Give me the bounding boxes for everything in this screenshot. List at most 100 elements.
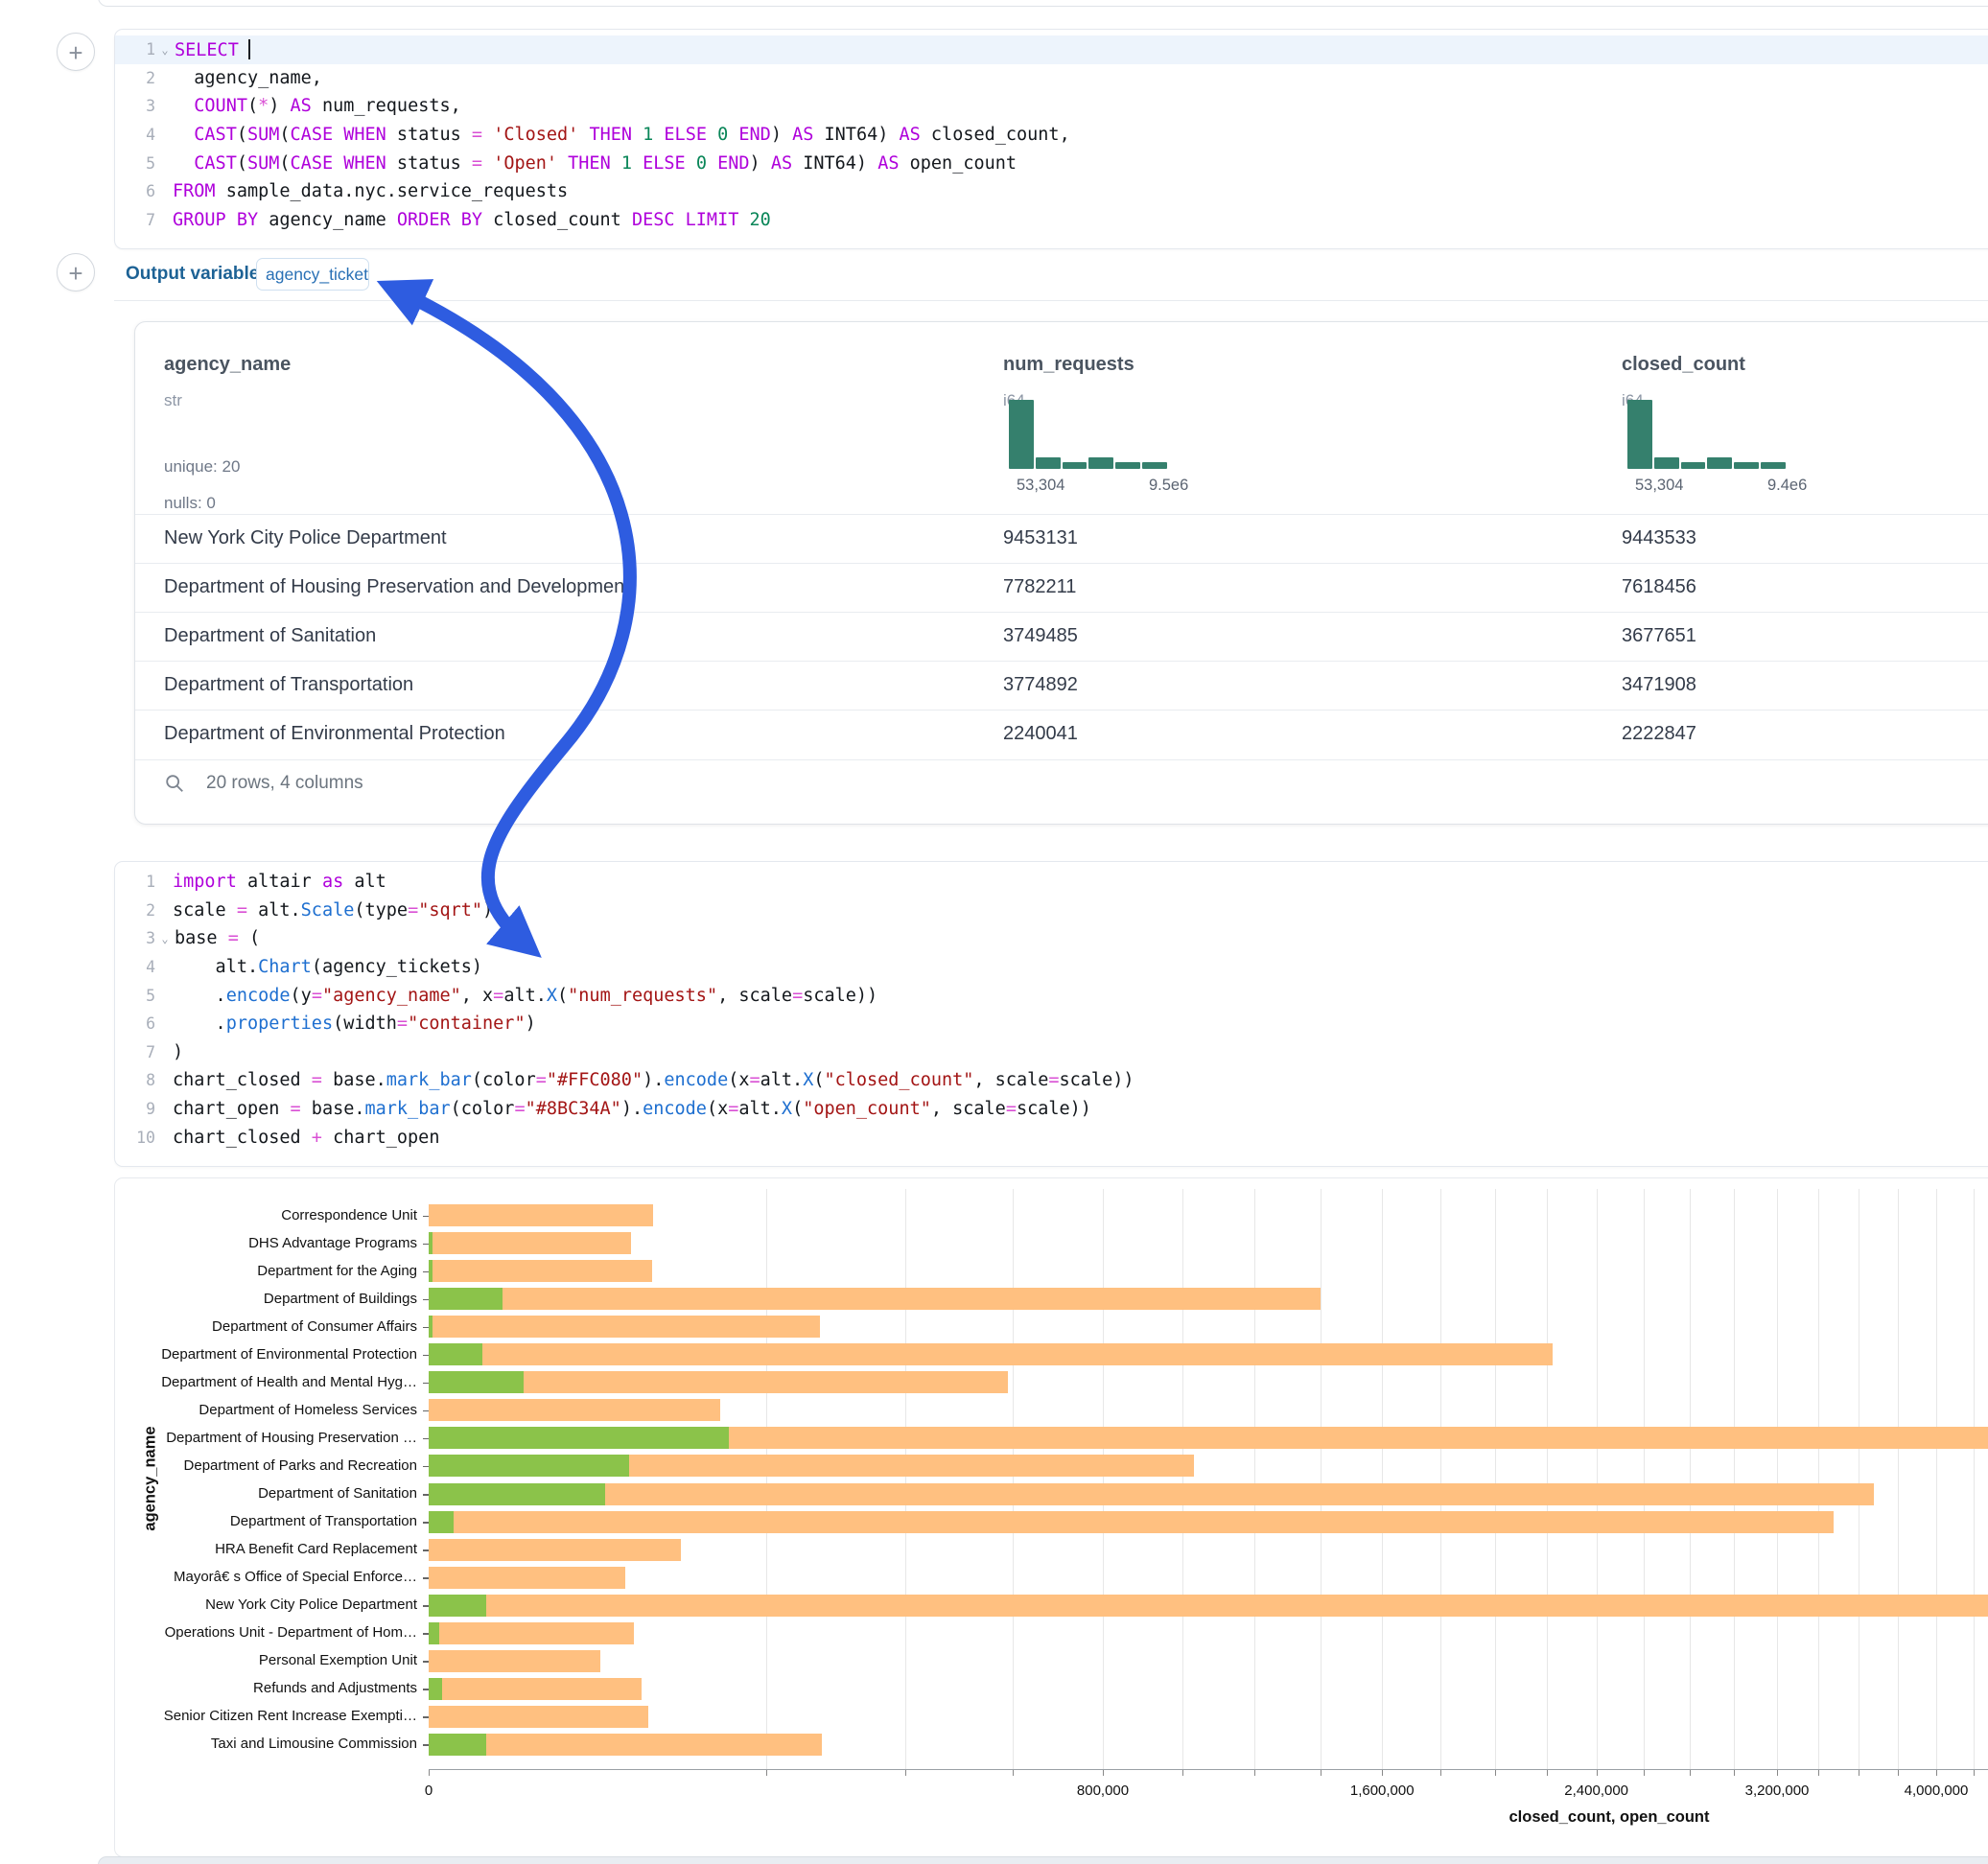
sql-line[interactable]: 6FROM sample_data.nyc.service_requests bbox=[115, 177, 1988, 206]
x-tick-label: 2,400,000 bbox=[1564, 1782, 1628, 1799]
table-row[interactable]: Department of Transportation377489234719… bbox=[135, 661, 1988, 711]
python-line[interactable]: 3⌄base = ( bbox=[115, 924, 1988, 953]
x-tick bbox=[1777, 1770, 1778, 1776]
python-cell[interactable]: 1import altair as alt2scale = alt.Scale(… bbox=[114, 861, 1988, 1167]
table-row[interactable]: Department of Environmental Protection22… bbox=[135, 710, 1988, 760]
x-tick bbox=[1644, 1770, 1645, 1776]
open-count-bar[interactable] bbox=[429, 1483, 605, 1505]
chart-y-axis: Correspondence UnitDHS Advantage Program… bbox=[0, 1189, 429, 1769]
sql-code-editor[interactable]: 1⌄SELECT2 agency_name,3 COUNT(*) AS num_… bbox=[115, 30, 1988, 240]
table-row[interactable]: Department of Sanitation37494853677651 bbox=[135, 612, 1988, 662]
histogram-bar bbox=[1761, 462, 1786, 469]
closed-count-bar[interactable] bbox=[429, 1622, 634, 1644]
column-header[interactable]: closed_count bbox=[1622, 354, 1745, 376]
sql-line[interactable]: 2 agency_name, bbox=[115, 64, 1988, 93]
output-variable-input[interactable]: agency_tickets bbox=[256, 258, 369, 291]
y-tick-label: Senior Citizen Rent Increase Exempti… bbox=[164, 1708, 417, 1724]
gridline bbox=[1777, 1189, 1778, 1769]
python-line[interactable]: 8chart_closed = base.mark_bar(color="#FF… bbox=[115, 1066, 1988, 1095]
fold-chevron-icon[interactable]: ⌄ bbox=[157, 932, 173, 945]
closed-count-bar[interactable] bbox=[429, 1734, 822, 1756]
sql-line[interactable]: 5 CAST(SUM(CASE WHEN status = 'Open' THE… bbox=[115, 149, 1988, 177]
open-count-bar[interactable] bbox=[429, 1316, 433, 1338]
open-count-bar[interactable] bbox=[429, 1232, 433, 1254]
closed-count-bar[interactable] bbox=[429, 1288, 1321, 1310]
open-count-bar[interactable] bbox=[429, 1260, 433, 1282]
closed-count-bar[interactable] bbox=[429, 1595, 1988, 1617]
table-cell: 7782211 bbox=[1003, 576, 1076, 598]
y-tick-label: Department of Buildings bbox=[264, 1291, 417, 1307]
closed-count-bar[interactable] bbox=[429, 1343, 1553, 1365]
closed-count-bar[interactable] bbox=[429, 1260, 652, 1282]
closed-count-bar[interactable] bbox=[429, 1399, 720, 1421]
column-header[interactable]: num_requests bbox=[1003, 354, 1134, 376]
closed-count-bar[interactable] bbox=[429, 1483, 1874, 1505]
open-count-bar[interactable] bbox=[429, 1427, 729, 1449]
cell-separator bbox=[114, 300, 1988, 301]
x-tick bbox=[1936, 1770, 1937, 1776]
closed-count-bar[interactable] bbox=[429, 1316, 820, 1338]
python-line[interactable]: 6 .properties(width="container") bbox=[115, 1010, 1988, 1038]
x-tick bbox=[1254, 1770, 1255, 1776]
x-tick bbox=[1382, 1770, 1383, 1776]
line-number: 4 bbox=[123, 958, 155, 976]
open-count-bar[interactable] bbox=[429, 1371, 524, 1393]
open-count-bar[interactable] bbox=[429, 1734, 486, 1756]
sql-line[interactable]: 1⌄SELECT bbox=[115, 35, 1988, 64]
y-tick-label: Taxi and Limousine Commission bbox=[211, 1736, 417, 1752]
closed-count-bar[interactable] bbox=[429, 1650, 600, 1672]
open-count-bar[interactable] bbox=[429, 1511, 454, 1533]
gridline bbox=[1103, 1189, 1104, 1769]
code-text: FROM sample_data.nyc.service_requests bbox=[171, 181, 568, 201]
python-line[interactable]: 9chart_open = base.mark_bar(color="#8BC3… bbox=[115, 1095, 1988, 1124]
code-text: .encode(y="agency_name", x=alt.X("num_re… bbox=[171, 986, 877, 1006]
notebook-page: + + 1⌄SELECT2 agency_name,3 COUNT(*) AS … bbox=[0, 0, 1988, 1864]
gridline bbox=[766, 1189, 767, 1769]
open-count-bar[interactable] bbox=[429, 1595, 486, 1617]
closed-count-bar[interactable] bbox=[429, 1232, 631, 1254]
python-line[interactable]: 2scale = alt.Scale(type="sqrt") bbox=[115, 897, 1988, 925]
add-cell-button-middle[interactable]: + bbox=[57, 253, 95, 291]
line-number: 2 bbox=[123, 69, 155, 87]
closed-count-bar[interactable] bbox=[429, 1539, 681, 1561]
python-line[interactable]: 5 .encode(y="agency_name", x=alt.X("num_… bbox=[115, 981, 1988, 1010]
python-line[interactable]: 1import altair as alt bbox=[115, 868, 1988, 897]
python-line[interactable]: 10chart_closed + chart_open bbox=[115, 1123, 1988, 1152]
closed-count-bar[interactable] bbox=[429, 1204, 653, 1226]
y-tick-label: Department of Health and Mental Hyg… bbox=[161, 1374, 417, 1390]
table-row[interactable]: Department of Housing Preservation and D… bbox=[135, 563, 1988, 613]
line-number: 8 bbox=[123, 1071, 155, 1089]
open-count-bar[interactable] bbox=[429, 1678, 442, 1700]
sql-line[interactable]: 4 CAST(SUM(CASE WHEN status = 'Closed' T… bbox=[115, 121, 1988, 150]
gridline bbox=[1547, 1189, 1548, 1769]
add-cell-button-top[interactable]: + bbox=[57, 33, 95, 71]
closed-count-bar[interactable] bbox=[429, 1706, 648, 1728]
table-cell: 7618456 bbox=[1622, 576, 1696, 598]
open-count-bar[interactable] bbox=[429, 1622, 439, 1644]
line-number: 3 bbox=[123, 97, 155, 115]
sql-cell[interactable]: 1⌄SELECT2 agency_name,3 COUNT(*) AS num_… bbox=[114, 29, 1988, 249]
sql-line[interactable]: 7GROUP BY agency_name ORDER BY closed_co… bbox=[115, 206, 1988, 235]
open-count-bar[interactable] bbox=[429, 1288, 503, 1310]
sql-line[interactable]: 3 COUNT(*) AS num_requests, bbox=[115, 92, 1988, 121]
python-line[interactable]: 4 alt.Chart(agency_tickets) bbox=[115, 953, 1988, 982]
code-text: CAST(SUM(CASE WHEN status = 'Open' THEN … bbox=[171, 153, 1017, 174]
closed-count-bar[interactable] bbox=[429, 1511, 1834, 1533]
column-histogram bbox=[1627, 400, 1786, 469]
search-icon[interactable] bbox=[164, 773, 185, 794]
column-header[interactable]: agency_name bbox=[164, 354, 291, 376]
fold-chevron-icon[interactable]: ⌄ bbox=[157, 43, 173, 57]
closed-count-bar[interactable] bbox=[429, 1678, 642, 1700]
x-tick-label: 800,000 bbox=[1077, 1782, 1129, 1799]
python-code-editor[interactable]: 1import altair as alt2scale = alt.Scale(… bbox=[115, 862, 1988, 1157]
y-tick-label: Department for the Aging bbox=[257, 1263, 417, 1279]
python-line[interactable]: 7) bbox=[115, 1038, 1988, 1067]
table-row[interactable]: New York City Police Department945313194… bbox=[135, 514, 1988, 564]
x-tick bbox=[1690, 1770, 1691, 1776]
code-text: scale = alt.Scale(type="sqrt") bbox=[171, 900, 493, 920]
closed-count-bar[interactable] bbox=[429, 1567, 625, 1589]
open-count-bar[interactable] bbox=[429, 1455, 629, 1477]
code-text: chart_open = base.mark_bar(color="#8BC34… bbox=[171, 1099, 1091, 1119]
open-count-bar[interactable] bbox=[429, 1343, 482, 1365]
y-tick-label: New York City Police Department bbox=[205, 1596, 417, 1613]
